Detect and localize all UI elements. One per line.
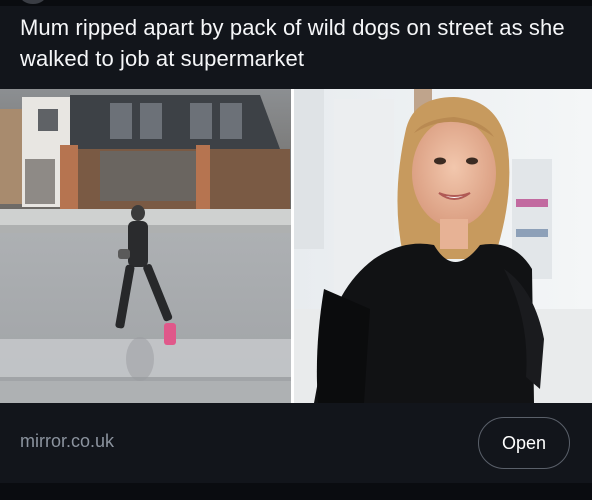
link-domain[interactable]: mirror.co.uk (20, 431, 114, 452)
portrait-image (294, 89, 592, 403)
author-handle (56, 0, 176, 2)
bottom-band (0, 483, 592, 500)
cctv-street-photo-icon (0, 89, 291, 403)
preview-media[interactable] (0, 89, 592, 403)
post-header-strip (0, 0, 592, 6)
portrait-photo-icon (294, 89, 592, 403)
open-button[interactable]: Open (478, 417, 570, 469)
link-footer: mirror.co.uk Open (0, 403, 592, 483)
avatar[interactable] (20, 0, 46, 4)
cctv-street-image (0, 89, 291, 403)
link-preview-card[interactable]: Mum ripped apart by pack of wild dogs on… (0, 0, 592, 500)
headline[interactable]: Mum ripped apart by pack of wild dogs on… (20, 12, 580, 74)
